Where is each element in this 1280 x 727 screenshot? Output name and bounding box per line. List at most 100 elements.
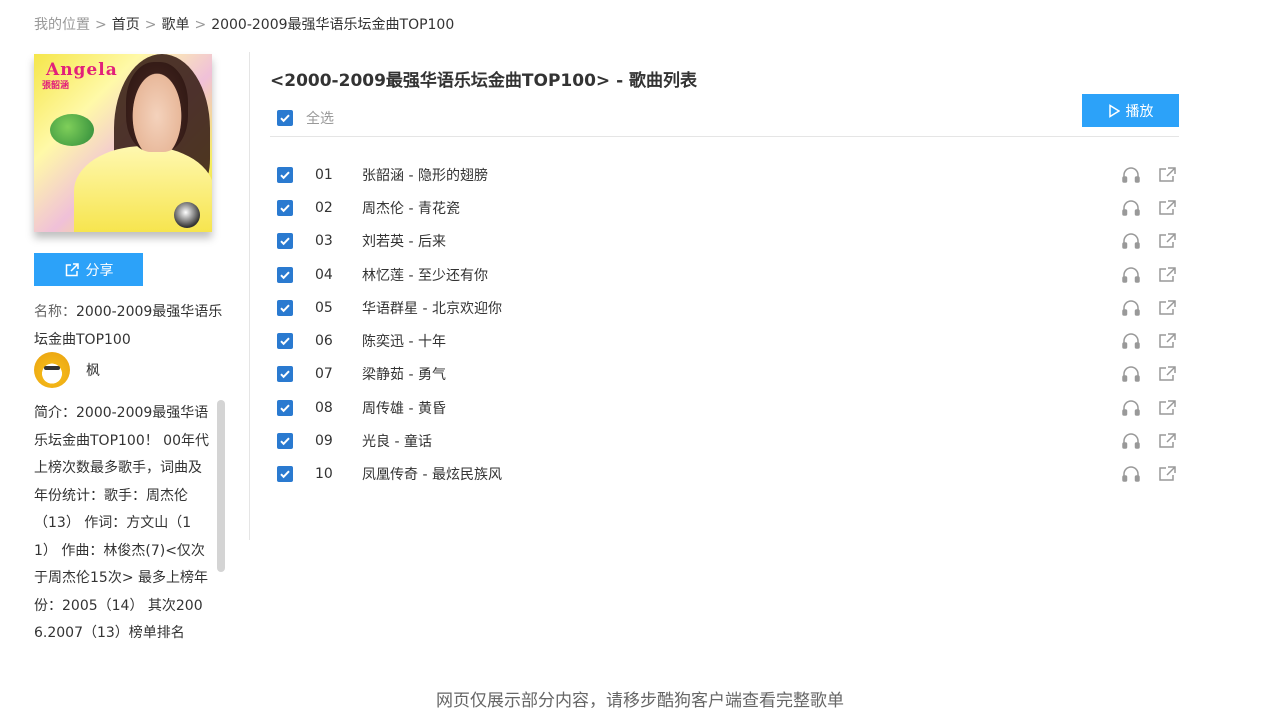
- breadcrumb-current: 2000-2009最强华语乐坛金曲TOP100: [211, 17, 454, 33]
- cover-art-chameleon: [50, 114, 94, 146]
- share-song-icon[interactable]: [1157, 166, 1177, 184]
- share-song-icon[interactable]: [1157, 232, 1177, 250]
- song-checkbox[interactable]: [277, 167, 293, 183]
- song-actions: [1105, 399, 1177, 417]
- playlist-name-label: 名称：: [34, 304, 76, 320]
- song-actions: [1105, 266, 1177, 284]
- song-checkbox[interactable]: [277, 267, 293, 283]
- headphones-icon[interactable]: [1121, 266, 1141, 284]
- playlist-intro: 简介：2000-2009最强华语乐坛金曲TOP100！ 00年代上榜次数最多歌手…: [34, 400, 229, 640]
- cover-art-face: [126, 62, 188, 152]
- share-song-icon[interactable]: [1157, 266, 1177, 284]
- playlist-intro-label: 简介：: [34, 405, 76, 421]
- song-title[interactable]: 梁静茹 - 勇气: [362, 364, 446, 384]
- headphones-icon[interactable]: [1121, 465, 1141, 483]
- intro-scrollbar[interactable]: [217, 400, 225, 572]
- song-actions: [1105, 365, 1177, 383]
- song-title[interactable]: 光良 - 童话: [362, 431, 432, 451]
- song-row[interactable]: 08 周传雄 - 黄昏: [277, 391, 1179, 424]
- share-song-icon[interactable]: [1157, 399, 1177, 417]
- select-all-checkbox[interactable]: [277, 110, 293, 126]
- cover-logo: Angela: [46, 60, 118, 80]
- song-actions: [1105, 332, 1177, 350]
- breadcrumb-separator: >: [145, 17, 157, 33]
- song-list-title: <2000-2009最强华语乐坛金曲TOP100> - 歌曲列表: [270, 66, 697, 91]
- song-number: 04: [315, 267, 333, 283]
- song-row[interactable]: 01 张韶涵 - 隐形的翅膀: [277, 158, 1179, 191]
- creator-avatar[interactable]: [34, 352, 70, 388]
- song-number: 05: [315, 300, 333, 316]
- song-checkbox[interactable]: [277, 233, 293, 249]
- song-checkbox[interactable]: [277, 333, 293, 349]
- song-checkbox[interactable]: [277, 200, 293, 216]
- song-row[interactable]: 02 周杰伦 - 青花瓷: [277, 191, 1179, 224]
- song-row[interactable]: 07 梁静茹 - 勇气: [277, 358, 1179, 391]
- headphones-icon[interactable]: [1121, 299, 1141, 317]
- share-song-icon[interactable]: [1157, 365, 1177, 383]
- song-title[interactable]: 华语群星 - 北京欢迎你: [362, 298, 502, 318]
- song-title[interactable]: 林忆莲 - 至少还有你: [362, 265, 488, 285]
- headphones-icon[interactable]: [1121, 365, 1141, 383]
- headphones-icon[interactable]: [1121, 399, 1141, 417]
- song-number: 10: [315, 466, 333, 482]
- breadcrumb-separator: >: [95, 17, 107, 33]
- song-title[interactable]: 周传雄 - 黄昏: [362, 398, 446, 418]
- song-number: 03: [315, 233, 333, 249]
- breadcrumb-playlists-link[interactable]: 歌单: [161, 17, 189, 33]
- song-number: 08: [315, 400, 333, 416]
- breadcrumb-home-link[interactable]: 首页: [112, 17, 140, 33]
- playlist-intro-text: 简介：2000-2009最强华语乐坛金曲TOP100！ 00年代上榜次数最多歌手…: [34, 400, 210, 640]
- cover-logo-subtext: 張韶涵: [42, 78, 69, 91]
- song-checkbox[interactable]: [277, 366, 293, 382]
- play-button[interactable]: 播放: [1082, 94, 1179, 127]
- share-song-icon[interactable]: [1157, 199, 1177, 217]
- headphones-icon[interactable]: [1121, 332, 1141, 350]
- song-row[interactable]: 10 凤凰传奇 - 最炫民族风: [277, 458, 1179, 491]
- song-checkbox[interactable]: [277, 300, 293, 316]
- breadcrumb-separator: >: [194, 17, 206, 33]
- playlist-creator: 枫: [34, 352, 100, 388]
- headphones-icon[interactable]: [1121, 232, 1141, 250]
- song-actions: [1105, 432, 1177, 450]
- song-checkbox[interactable]: [277, 400, 293, 416]
- breadcrumb: 我的位置>首页>歌单>2000-2009最强华语乐坛金曲TOP100: [34, 14, 454, 34]
- headphones-icon[interactable]: [1121, 199, 1141, 217]
- song-number: 01: [315, 167, 333, 183]
- song-row[interactable]: 09 光良 - 童话: [277, 424, 1179, 457]
- playlist-name: 名称：2000-2009最强华语乐坛金曲TOP100: [34, 298, 224, 354]
- song-number: 06: [315, 333, 333, 349]
- song-list: 01 张韶涵 - 隐形的翅膀 02 周杰伦 - 青花瓷: [277, 158, 1179, 491]
- song-actions: [1105, 299, 1177, 317]
- share-song-icon[interactable]: [1157, 465, 1177, 483]
- song-actions: [1105, 199, 1177, 217]
- footer-note: 网页仅展示部分内容，请移步酷狗客户端查看完整歌单: [0, 686, 1280, 711]
- song-row[interactable]: 06 陈奕迅 - 十年: [277, 324, 1179, 357]
- song-title[interactable]: 陈奕迅 - 十年: [362, 331, 446, 351]
- song-checkbox[interactable]: [277, 433, 293, 449]
- song-title[interactable]: 凤凰传奇 - 最炫民族风: [362, 464, 502, 484]
- vertical-divider: [249, 52, 250, 540]
- share-song-icon[interactable]: [1157, 299, 1177, 317]
- share-song-icon[interactable]: [1157, 432, 1177, 450]
- select-all-label: 全选: [306, 108, 334, 128]
- song-row[interactable]: 04 林忆莲 - 至少还有你: [277, 258, 1179, 291]
- creator-name[interactable]: 枫: [86, 360, 100, 380]
- select-all[interactable]: 全选: [277, 108, 334, 128]
- headphones-icon[interactable]: [1121, 432, 1141, 450]
- song-number: 09: [315, 433, 333, 449]
- share-button[interactable]: 分享: [34, 253, 143, 286]
- song-row[interactable]: 03 刘若英 - 后来: [277, 225, 1179, 258]
- play-icon: [1108, 104, 1126, 118]
- headphones-icon[interactable]: [1121, 166, 1141, 184]
- song-title[interactable]: 刘若英 - 后来: [362, 231, 446, 251]
- playlist-intro-value: 2000-2009最强华语乐坛金曲TOP100！ 00年代上榜次数最多歌手，词曲…: [34, 405, 209, 640]
- song-checkbox[interactable]: [277, 466, 293, 482]
- share-song-icon[interactable]: [1157, 332, 1177, 350]
- song-title[interactable]: 张韶涵 - 隐形的翅膀: [362, 165, 488, 185]
- list-header-divider: [270, 136, 1179, 137]
- share-button-label: 分享: [86, 260, 114, 280]
- song-title[interactable]: 周杰伦 - 青花瓷: [362, 198, 460, 218]
- song-row[interactable]: 05 华语群星 - 北京欢迎你: [277, 291, 1179, 324]
- song-actions: [1105, 465, 1177, 483]
- song-actions: [1105, 232, 1177, 250]
